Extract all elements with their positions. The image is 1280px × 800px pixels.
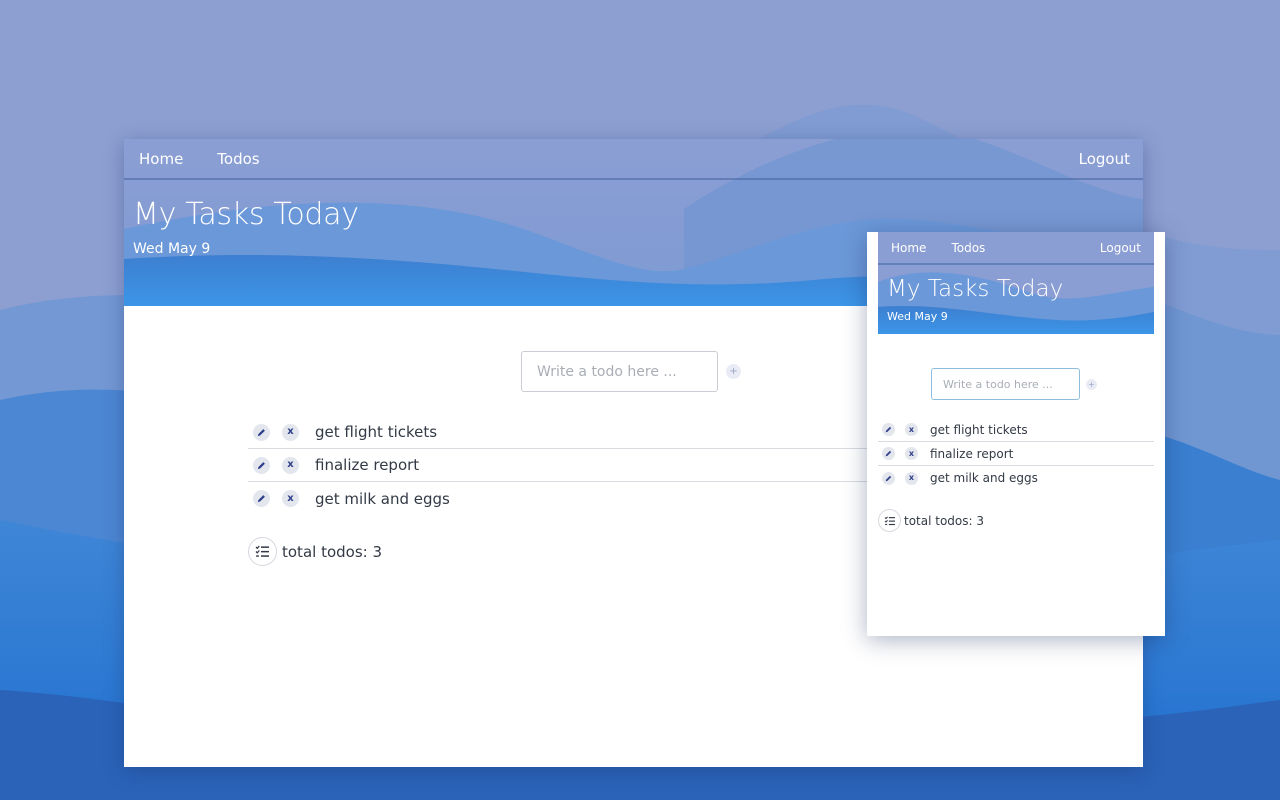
delete-x-label: x bbox=[908, 448, 915, 458]
edit-button[interactable] bbox=[253, 456, 270, 474]
mobile-app-window: Home Todos Logout My Tasks Today Wed May… bbox=[867, 232, 1165, 636]
edit-button[interactable] bbox=[882, 423, 895, 436]
todo-input[interactable] bbox=[521, 351, 718, 392]
pencil-icon bbox=[257, 428, 265, 436]
edit-button[interactable] bbox=[253, 490, 270, 507]
page-title: My Tasks Today bbox=[133, 197, 359, 232]
delete-x-label: x bbox=[908, 424, 915, 434]
delete-x-label: x bbox=[287, 459, 294, 470]
delete-x-label: x bbox=[908, 473, 915, 482]
pencil-icon bbox=[257, 495, 265, 503]
todo-text: finalize report bbox=[930, 446, 1014, 461]
pencil-icon bbox=[885, 426, 892, 433]
add-todo-button[interactable]: + bbox=[726, 364, 741, 379]
todo-item: x get milk and eggs bbox=[878, 466, 1154, 490]
checklist-icon bbox=[878, 509, 901, 532]
nav-todos-link[interactable]: Todos bbox=[217, 150, 259, 168]
delete-button[interactable]: x bbox=[282, 490, 299, 507]
add-todo-row: + bbox=[521, 351, 741, 392]
todo-total-text: total todos: 3 bbox=[904, 513, 985, 528]
delete-button[interactable]: x bbox=[905, 447, 918, 460]
todo-total: total todos: 3 bbox=[878, 509, 984, 532]
edit-button[interactable] bbox=[882, 447, 895, 460]
nav-todos-link[interactable]: Todos bbox=[951, 241, 985, 255]
delete-button[interactable]: x bbox=[282, 423, 299, 441]
delete-button[interactable]: x bbox=[905, 423, 918, 436]
pencil-icon bbox=[885, 475, 892, 481]
add-todo-button[interactable]: + bbox=[1086, 378, 1097, 390]
todo-item: x get flight tickets bbox=[878, 418, 1154, 442]
todo-text: get flight tickets bbox=[930, 422, 1028, 437]
nav-home-link[interactable]: Home bbox=[139, 150, 183, 168]
delete-x-label: x bbox=[287, 426, 294, 437]
page-date: Wed May 9 bbox=[133, 241, 211, 257]
nav-logout-link[interactable]: Logout bbox=[1079, 150, 1130, 168]
todo-text: finalize report bbox=[315, 456, 420, 474]
top-nav: Home Todos Logout bbox=[878, 232, 1154, 265]
header-banner: Home Todos Logout My Tasks Today Wed May… bbox=[878, 232, 1154, 334]
delete-button[interactable]: x bbox=[905, 471, 918, 485]
nav-logout-link[interactable]: Logout bbox=[1100, 241, 1141, 255]
todo-text: get milk and eggs bbox=[930, 471, 1038, 485]
todo-input[interactable] bbox=[931, 368, 1080, 400]
add-todo-row: + bbox=[931, 368, 1097, 400]
nav-home-link[interactable]: Home bbox=[891, 241, 926, 255]
todo-text: get milk and eggs bbox=[315, 489, 450, 508]
todo-text: get flight tickets bbox=[315, 423, 438, 441]
edit-button[interactable] bbox=[253, 423, 270, 441]
pencil-icon bbox=[885, 450, 892, 457]
pencil-icon bbox=[257, 461, 265, 469]
todo-total-text: total todos: 3 bbox=[282, 542, 383, 561]
page-title: My Tasks Today bbox=[887, 276, 1064, 302]
todo-item: x finalize report bbox=[878, 442, 1154, 466]
delete-x-label: x bbox=[287, 492, 294, 504]
edit-button[interactable] bbox=[882, 471, 895, 485]
checklist-icon bbox=[248, 537, 277, 566]
todo-list: x get flight tickets x finalize report x… bbox=[878, 418, 1154, 490]
delete-button[interactable]: x bbox=[282, 456, 299, 474]
page-date: Wed May 9 bbox=[887, 310, 948, 323]
top-nav: Home Todos Logout bbox=[124, 139, 1143, 180]
todo-total: total todos: 3 bbox=[248, 537, 382, 566]
